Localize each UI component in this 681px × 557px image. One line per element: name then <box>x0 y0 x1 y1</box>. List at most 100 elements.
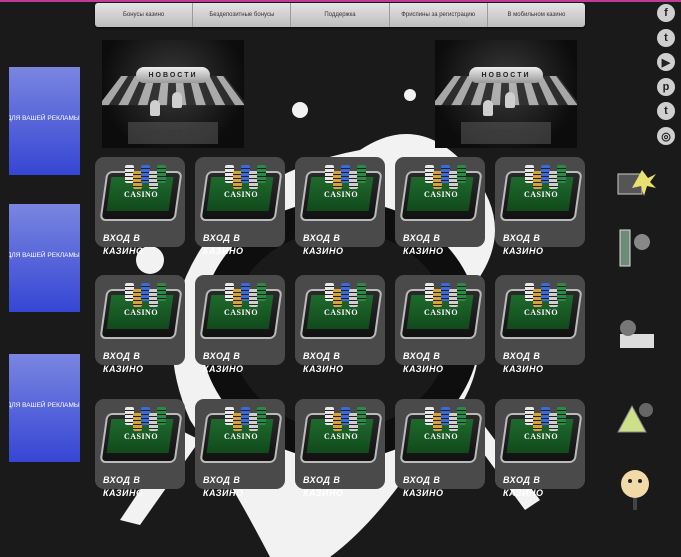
casino-brand: CASINO <box>223 432 259 441</box>
casino-entry-label: ВХОД В КАЗИНО <box>103 474 163 500</box>
facebook-icon[interactable]: f <box>657 4 675 22</box>
news-subtitle: ОБНОВЛЕНИЯ <box>128 122 218 144</box>
chips-image <box>525 407 566 431</box>
chip-stack-icon <box>457 165 466 183</box>
chip-stack-icon <box>157 283 166 301</box>
casino-entry-label-line1: ВХОД В <box>403 233 441 243</box>
news-banner[interactable]: НОВОСТИ ОБНОВЛЕНИЯ <box>102 40 244 148</box>
chess-piece-image <box>483 100 493 116</box>
chip-stack-icon <box>557 165 566 183</box>
casino-entry-tile[interactable]: CASINO ВХОД В КАЗИНО <box>495 275 585 374</box>
casino-entry-tile[interactable]: CASINO ВХОД В КАЗИНО <box>95 399 185 498</box>
ad-banner-label: ДЛЯ ВАШЕЙ РЕКЛАМЫ <box>9 115 80 122</box>
casino-entry-tile[interactable]: CASINO ВХОД В КАЗИНО <box>395 275 485 374</box>
chip-stack-icon <box>257 165 266 183</box>
chips-image <box>525 283 566 307</box>
casino-entry-label: ВХОД В КАЗИНО <box>203 232 263 258</box>
casino-entry-tile[interactable]: CASINO ВХОД В КАЗИНО <box>395 399 485 498</box>
casino-entry-label-line2: КАЗИНО <box>203 246 244 256</box>
casino-entry-tile[interactable]: CASINO ВХОД В КАЗИНО <box>295 157 385 256</box>
nav-item-mobile-casino[interactable]: В мобильном казино <box>488 3 585 27</box>
casino-entry-label-line2: КАЗИНО <box>503 364 544 374</box>
casino-brand: CASINO <box>423 308 459 317</box>
casino-entry-label-line2: КАЗИНО <box>303 246 344 256</box>
casino-entry-label-line2: КАЗИНО <box>103 488 144 498</box>
chess-piece-image <box>172 92 182 108</box>
casino-entry-tile[interactable]: CASINO ВХОД В КАЗИНО <box>195 399 285 498</box>
nav-item-casino-bonuses[interactable]: Бонусы казино <box>95 3 194 27</box>
casino-entry-tile[interactable]: CASINO ВХОД В КАЗИНО <box>195 157 285 256</box>
chips-image <box>225 407 266 431</box>
chip-stack-icon <box>357 283 366 301</box>
casino-entry-tile[interactable]: CASINO ВХОД В КАЗИНО <box>95 157 185 256</box>
casino-entry-label-line1: ВХОД В <box>103 233 141 243</box>
casino-entry-label-line2: КАЗИНО <box>403 246 444 256</box>
casino-entry-tile[interactable]: CASINO ВХОД В КАЗИНО <box>395 157 485 256</box>
top-navigation: Бонусы казино Бездепозитные бонусы Подде… <box>95 3 585 27</box>
casino-entry-label-line1: ВХОД В <box>403 351 441 361</box>
casino-entry-label: ВХОД В КАЗИНО <box>103 350 163 376</box>
casino-entry-label-line1: ВХОД В <box>303 351 341 361</box>
chips-image <box>525 165 566 189</box>
casino-entry-label-line2: КАЗИНО <box>203 364 244 374</box>
casino-entry-label-line2: КАЗИНО <box>403 364 444 374</box>
casino-entry-label-line2: КАЗИНО <box>403 488 444 498</box>
chips-image <box>125 407 166 431</box>
chess-piece-image <box>505 92 515 108</box>
chip-stack-icon <box>157 407 166 425</box>
casino-brand: CASINO <box>423 432 459 441</box>
nav-item-no-deposit-bonuses[interactable]: Бездепозитные бонусы <box>193 3 292 27</box>
nav-item-freespins[interactable]: Фриспины за регистрацию <box>390 3 488 27</box>
ad-banner[interactable]: ДЛЯ ВАШЕЙ РЕКЛАМЫ <box>9 204 80 312</box>
casino-entry-label-line2: КАЗИНО <box>203 488 244 498</box>
ad-banner-label: ДЛЯ ВАШЕЙ РЕКЛАМЫ <box>9 252 80 259</box>
casino-entry-tile[interactable]: CASINO ВХОД В КАЗИНО <box>495 157 585 256</box>
casino-entry-label: ВХОД В КАЗИНО <box>303 350 363 376</box>
chips-image <box>325 165 366 189</box>
casino-entry-tile[interactable]: CASINO ВХОД В КАЗИНО <box>195 275 285 374</box>
chess-piece-image <box>150 100 160 116</box>
casino-entry-label-line1: ВХОД В <box>303 475 341 485</box>
news-title: НОВОСТИ <box>469 67 543 83</box>
casino-entry-label-line1: ВХОД В <box>203 233 241 243</box>
chips-image <box>125 165 166 189</box>
casino-brand: CASINO <box>323 432 359 441</box>
casino-entry-label-line1: ВХОД В <box>303 233 341 243</box>
casino-entry-label-line1: ВХОД В <box>103 475 141 485</box>
youtube-icon[interactable]: ▶ <box>657 53 675 71</box>
casino-entry-tile[interactable]: CASINO ВХОД В КАЗИНО <box>95 275 185 374</box>
casino-brand: CASINO <box>123 432 159 441</box>
pinterest-icon[interactable]: p <box>657 78 675 96</box>
chip-stack-icon <box>157 165 166 183</box>
chip-stack-icon <box>357 407 366 425</box>
chips-image <box>425 283 466 307</box>
news-banner[interactable]: НОВОСТИ ОБНОВЛЕНИЯ <box>435 40 577 148</box>
casino-entry-label-line2: КАЗИНО <box>103 364 144 374</box>
casino-entry-label: ВХОД В КАЗИНО <box>403 232 463 258</box>
casino-entry-tile[interactable]: CASINO ВХОД В КАЗИНО <box>295 275 385 374</box>
casino-entry-tile[interactable]: CASINO ВХОД В КАЗИНО <box>295 399 385 498</box>
casino-brand: CASINO <box>523 190 559 199</box>
casino-entry-tile[interactable]: CASINO ВХОД В КАЗИНО <box>495 399 585 498</box>
casino-entry-label: ВХОД В КАЗИНО <box>103 232 163 258</box>
chip-stack-icon <box>557 283 566 301</box>
casino-brand: CASINO <box>223 308 259 317</box>
decorative-image <box>617 170 656 196</box>
ad-banner[interactable]: ДЛЯ ВАШЕЙ РЕКЛАМЫ <box>9 354 80 462</box>
decorative-image <box>621 470 649 510</box>
ad-banner[interactable]: ДЛЯ ВАШЕЙ РЕКЛАМЫ <box>9 67 80 175</box>
nav-item-support[interactable]: Поддержка <box>291 3 390 27</box>
news-subtitle: ОБНОВЛЕНИЯ <box>461 122 551 144</box>
instagram-icon[interactable]: ◎ <box>657 127 675 145</box>
casino-brand: CASINO <box>523 308 559 317</box>
casino-brand: CASINO <box>123 190 159 199</box>
twitter-icon[interactable]: t <box>657 29 675 47</box>
casino-entry-label-line1: ВХОД В <box>203 351 241 361</box>
casino-entry-label: ВХОД В КАЗИНО <box>403 350 463 376</box>
casino-entry-label: ВХОД В КАЗИНО <box>203 474 263 500</box>
casino-brand: CASINO <box>323 190 359 199</box>
chips-image <box>325 407 366 431</box>
tumblr-icon[interactable]: t <box>657 102 675 120</box>
casino-entry-label-line1: ВХОД В <box>503 475 541 485</box>
casino-entry-label-line2: КАЗИНО <box>503 488 544 498</box>
